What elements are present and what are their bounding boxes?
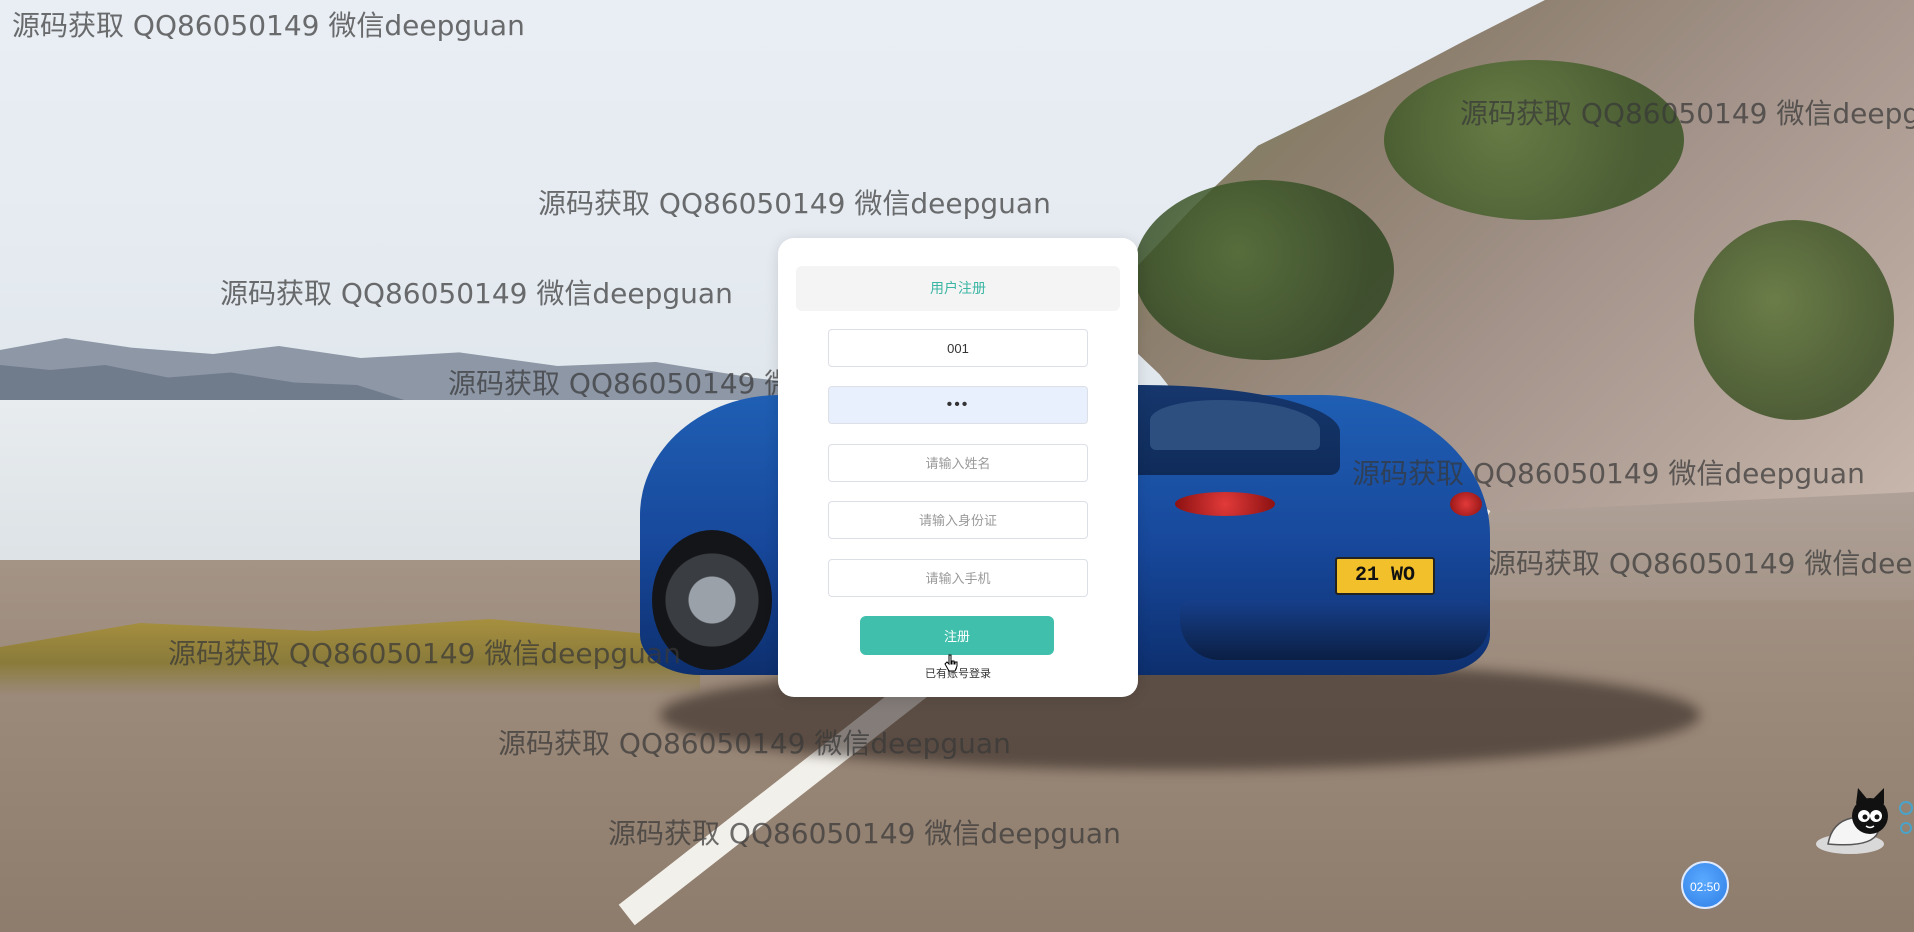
watermark-text: 源码获取 QQ86050149 微信deepguan bbox=[498, 727, 1011, 760]
hand-cursor-icon bbox=[944, 654, 958, 672]
watermark-text: 源码获取 QQ86050149 微信deepguan bbox=[538, 187, 1051, 220]
car-bumper bbox=[1180, 600, 1490, 660]
phone-input[interactable] bbox=[828, 559, 1088, 597]
timer-badge[interactable]: 02:50 bbox=[1681, 861, 1729, 909]
car-taillight bbox=[1175, 492, 1275, 516]
register-button[interactable]: 注册 bbox=[860, 616, 1054, 655]
id-card-input[interactable] bbox=[828, 501, 1088, 539]
account-input[interactable] bbox=[828, 329, 1088, 367]
register-title: 用户注册 bbox=[796, 266, 1120, 311]
name-input[interactable] bbox=[828, 444, 1088, 482]
watermark-text: 源码获取 QQ86050149 微信deepguan bbox=[168, 637, 681, 670]
watermark-text: 源码获取 QQ86050149 微信deepguan bbox=[220, 277, 733, 310]
password-input[interactable] bbox=[828, 386, 1088, 424]
watermark-text: 源码获取 QQ86050149 微信deepguan bbox=[1352, 457, 1865, 490]
register-card: 用户注册 注册 已有账号登录 bbox=[778, 238, 1138, 697]
cat-mascot-icon[interactable] bbox=[1810, 786, 1914, 856]
license-plate: 21 WO bbox=[1335, 557, 1435, 595]
vegetation bbox=[1134, 180, 1394, 360]
watermark-text: 源码获取 QQ86050149 微信deepguan bbox=[12, 9, 525, 42]
vegetation bbox=[1694, 220, 1894, 420]
car-taillight bbox=[1450, 492, 1482, 516]
vegetation bbox=[1384, 60, 1684, 220]
login-link[interactable]: 已有账号登录 bbox=[778, 665, 1138, 681]
watermark-text: 源码获取 QQ86050149 微信deepguan bbox=[1460, 97, 1914, 130]
watermark-text: 源码获取 QQ86050149 微信deepguan bbox=[1488, 547, 1914, 580]
watermark-text: 源码获取 QQ86050149 微信deepguan bbox=[608, 817, 1121, 850]
